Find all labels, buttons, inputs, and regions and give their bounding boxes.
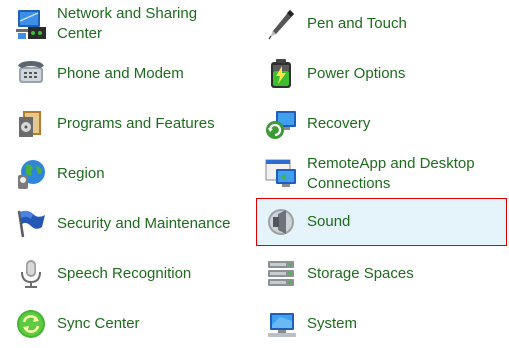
- battery-icon: [264, 57, 298, 91]
- item-phone-and-modem[interactable]: Phone and Modem: [6, 50, 250, 98]
- computer-icon: [264, 307, 298, 341]
- item-sound[interactable]: Sound: [256, 198, 507, 246]
- sync-icon: [14, 307, 48, 341]
- item-label: Pen and Touch: [307, 15, 407, 32]
- item-label: Network and Sharing Center: [57, 5, 198, 42]
- network-icon: [14, 7, 48, 41]
- item-network-and-sharing-center[interactable]: Network and Sharing Center: [6, 0, 250, 48]
- item-sync-center[interactable]: Sync Center: [6, 300, 250, 348]
- item-label: Phone and Modem: [57, 65, 184, 82]
- item-pen-and-touch[interactable]: Pen and Touch: [256, 0, 507, 48]
- item-power-options[interactable]: Power Options: [256, 50, 507, 98]
- item-recovery[interactable]: Recovery: [256, 100, 507, 148]
- item-label: Speech Recognition: [57, 265, 192, 282]
- item-label: Programs and Features: [57, 115, 215, 132]
- item-region[interactable]: Region: [6, 150, 250, 198]
- item-speech-recognition[interactable]: Speech Recognition: [6, 250, 250, 298]
- item-storage-spaces[interactable]: Storage Spaces: [256, 250, 507, 298]
- flag-icon: [14, 207, 48, 241]
- item-label: Recovery: [307, 115, 371, 132]
- phone-modem-icon: [14, 57, 48, 91]
- item-label: RemoteApp and Desktop Connections: [307, 155, 475, 192]
- item-label: Storage Spaces: [307, 265, 414, 282]
- programs-icon: [14, 107, 48, 141]
- control-panel-items: Network and Sharing Center Pen and Touch: [0, 0, 509, 348]
- remote-desktop-icon: [264, 157, 298, 191]
- item-label: Sync Center: [57, 315, 140, 332]
- pen-icon: [264, 7, 298, 41]
- storage-icon: [264, 257, 298, 291]
- item-label: Region: [57, 165, 105, 182]
- item-label: Security and Maintenance: [57, 215, 231, 232]
- item-remoteapp-and-desktop-connections[interactable]: RemoteApp and Desktop Connections: [256, 150, 507, 198]
- microphone-icon: [14, 257, 48, 291]
- item-label: System: [307, 315, 358, 332]
- item-label: Sound: [307, 213, 351, 230]
- item-programs-and-features[interactable]: Programs and Features: [6, 100, 250, 148]
- globe-icon: [14, 157, 48, 191]
- item-label: Power Options: [307, 65, 406, 82]
- speaker-icon: [264, 205, 298, 239]
- item-system[interactable]: System: [256, 300, 507, 348]
- recovery-icon: [264, 107, 298, 141]
- item-security-and-maintenance[interactable]: Security and Maintenance: [6, 200, 250, 248]
